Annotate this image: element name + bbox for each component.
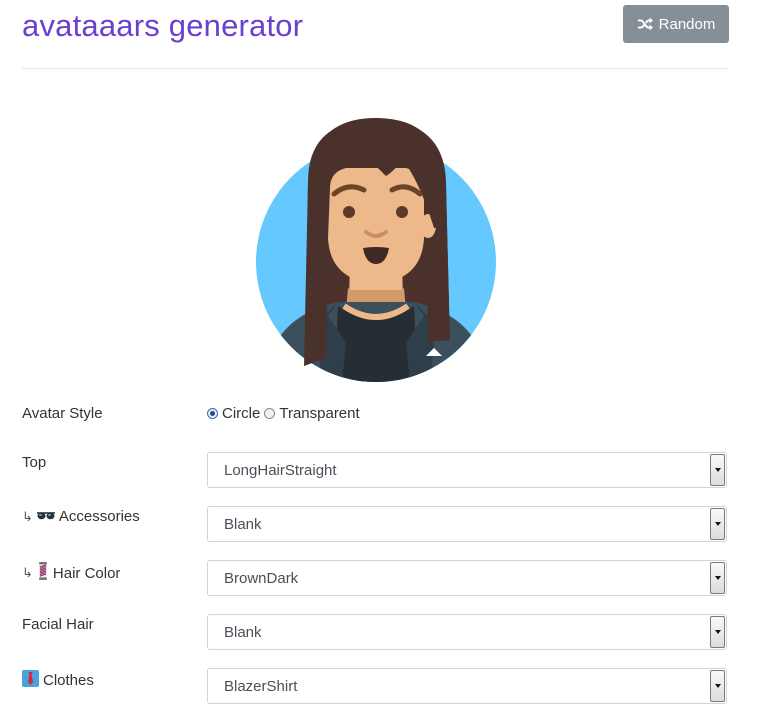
barber-pole-icon xyxy=(37,562,49,584)
clothes-label-group: Clothes xyxy=(22,670,94,691)
avatar-style-label: Avatar Style xyxy=(22,405,103,422)
shuffle-icon xyxy=(637,17,653,31)
accessories-select-value: Blank xyxy=(224,516,262,533)
hair-color-label: Hair Color xyxy=(52,564,121,582)
hair-color-row: ↳ Hair Color BrownDark xyxy=(22,560,729,598)
radio-transparent[interactable] xyxy=(264,408,276,419)
top-select-value: LongHairStraight xyxy=(224,462,337,479)
page-header: avataaars generator Random xyxy=(22,0,729,69)
facial-hair-label: Facial Hair xyxy=(22,616,94,633)
clothes-row: Clothes BlazerShirt xyxy=(22,668,729,706)
accessories-label: Accessories xyxy=(58,508,140,525)
random-button-label: Random xyxy=(658,15,716,33)
radio-transparent-label[interactable]: Transparent xyxy=(279,405,359,422)
avatar-style-radio-group: Circle Transparent xyxy=(207,405,364,422)
clothes-select[interactable]: BlazerShirt xyxy=(207,668,727,704)
sub-option-arrow-icon: ↳ xyxy=(22,508,33,524)
clothes-label: Clothes xyxy=(43,672,94,689)
radio-circle[interactable] xyxy=(207,408,218,419)
radio-circle-label[interactable]: Circle xyxy=(222,405,260,422)
facial-hair-select-value: Blank xyxy=(224,624,262,641)
necktie-icon xyxy=(22,670,39,691)
avatar-left-eye xyxy=(343,206,355,218)
hair-color-select[interactable]: BrownDark xyxy=(207,560,727,596)
chevron-down-icon[interactable] xyxy=(710,616,725,648)
facial-hair-row: Facial Hair Blank xyxy=(22,614,729,652)
clothes-select-value: BlazerShirt xyxy=(224,678,298,695)
top-label: Top xyxy=(22,454,47,471)
random-button[interactable]: Random xyxy=(623,5,729,43)
hair-color-label-group: ↳ Hair Color xyxy=(22,562,120,584)
avatar-preview xyxy=(246,110,506,382)
top-row: Top LongHairStraight xyxy=(22,452,729,490)
facial-hair-select[interactable]: Blank xyxy=(207,614,727,650)
chevron-down-icon[interactable] xyxy=(710,670,725,702)
avatar-style-row: Avatar Style Circle Transparent xyxy=(22,405,729,443)
avatar-right-eye xyxy=(396,206,408,218)
page-title: avataaars generator xyxy=(22,8,304,43)
chevron-down-icon[interactable] xyxy=(710,508,725,540)
accessories-row: ↳ Accessories Blank xyxy=(22,506,729,544)
sunglasses-icon xyxy=(36,508,55,525)
chevron-down-icon[interactable] xyxy=(710,562,725,594)
hair-color-select-value: BrownDark xyxy=(224,570,299,587)
sub-option-arrow-icon: ↳ xyxy=(22,565,33,580)
chevron-down-icon[interactable] xyxy=(710,454,725,486)
top-select[interactable]: LongHairStraight xyxy=(207,452,727,488)
accessories-select[interactable]: Blank xyxy=(207,506,727,542)
accessories-label-group: ↳ Accessories xyxy=(22,508,140,525)
